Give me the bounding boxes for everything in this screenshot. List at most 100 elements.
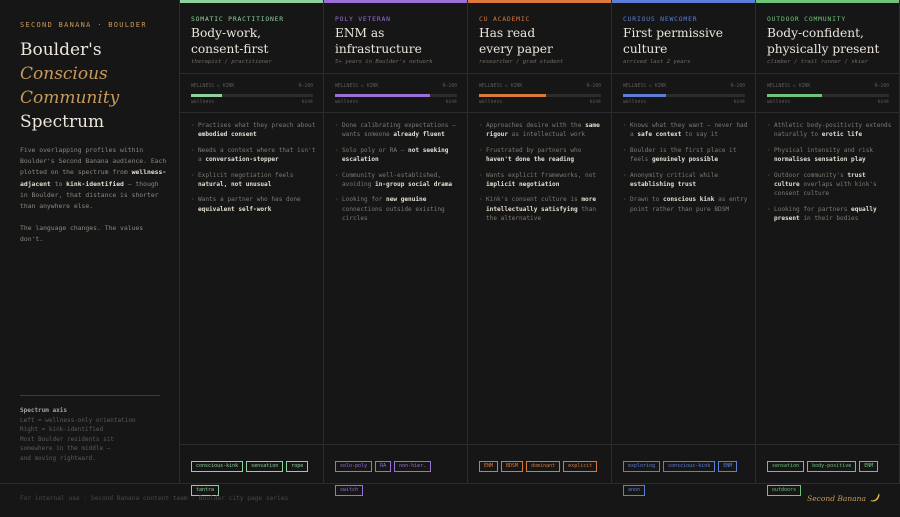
divider: [324, 73, 467, 74]
persona-title: Has read every paper: [479, 26, 609, 57]
persona-title: Body-work, consent-first: [191, 26, 321, 57]
body-text: in their bodies: [799, 215, 859, 223]
persona-category: CURIOUS NEWCOMER: [623, 15, 698, 23]
accent-bar: [180, 0, 323, 3]
persona-tags: ENM BDSM dominant explicit: [479, 452, 605, 476]
persona-title-line: First permissive: [623, 26, 724, 40]
persona-title-line: culture: [623, 41, 668, 56]
intro-panel: SECOND BANANA · BOULDER Boulder's Consci…: [0, 0, 180, 483]
trait-item: Frustrated by partners who haven't done …: [479, 146, 605, 165]
persona-column: CURIOUS NEWCOMER First permissive culture…: [612, 0, 756, 496]
trait-item: Anonymity critical while establishing tr…: [623, 171, 749, 190]
title-line-italic: Community: [20, 88, 120, 108]
emphasis-text: embodied consent: [198, 131, 257, 139]
persona-tag: sensation: [767, 461, 805, 472]
persona-tag: explicit: [563, 461, 598, 472]
trait-item: Needs a context where that isn't a conve…: [191, 146, 317, 165]
divider: [612, 444, 755, 445]
emphasis-text: kink-identified: [66, 179, 124, 188]
footer-brand: Second Banana: [807, 494, 866, 503]
emphasis-text: establishing trust: [630, 181, 697, 189]
body-text: Kink's consent culture is: [486, 196, 582, 204]
emphasis-text: safe context: [637, 131, 682, 139]
meter-ends: wellness kink: [191, 100, 313, 105]
page-title: Boulder's Conscious Community Spectrum: [20, 38, 170, 134]
title-line: Spectrum: [20, 112, 105, 132]
divider: [180, 73, 323, 74]
meter-label: WELLNESS ↔ KINK 0–100: [191, 84, 313, 89]
trait-item: Drawn to conscious kink as entry point r…: [623, 195, 749, 214]
spectrum-meter: [767, 94, 889, 97]
persona-tag: ENM: [479, 461, 499, 472]
body-text: Looking for: [342, 196, 387, 204]
persona-subtitle: climber / trail runner / skier: [767, 59, 869, 65]
accent-bar: [612, 0, 755, 3]
trait-item: Looking for partners equally present in …: [767, 205, 893, 224]
persona-traits: Practises what they preach about embodie…: [191, 121, 317, 220]
persona-column: CU ACADEMIC Has read every paper research…: [468, 0, 612, 483]
emphasis-text: genuinely possible: [652, 156, 719, 164]
accent-bar: [756, 0, 899, 3]
divider: [756, 444, 899, 445]
persona-tag: body-positive: [807, 461, 857, 472]
meter-ends: wellness kink: [767, 100, 889, 105]
meter-ends: wellness kink: [335, 100, 457, 105]
divider: [180, 444, 323, 445]
meter-label: WELLNESS ↔ KINK 0–100: [767, 84, 889, 89]
persona-subtitle: arrived last 2 years: [623, 59, 691, 65]
spectrum-meter: [191, 94, 313, 97]
persona-category: OUTDOOR COMMUNITY: [767, 15, 847, 23]
body-text: Solo poly or RA —: [342, 146, 409, 154]
emphasis-text: conscious kink: [663, 196, 715, 204]
meter-fill: [479, 94, 547, 97]
divider: [324, 444, 467, 445]
spectrum-meter: [623, 94, 745, 97]
divider: [756, 73, 899, 74]
persona-tag: RA: [375, 461, 392, 472]
title-line-italic: Conscious: [20, 64, 108, 84]
trait-item: Approaches desire with the same rigour a…: [479, 121, 605, 140]
persona-title-line: ENM as: [335, 26, 385, 40]
persona-tag: conscious-kink: [191, 461, 244, 472]
meter-label: WELLNESS ↔ KINK 0–100: [479, 84, 601, 89]
intro-paragraph: The language changes. The values don't.: [20, 223, 168, 245]
axis-line: Most Boulder residents sit: [20, 435, 114, 443]
persona-title: First permissive culture: [623, 26, 753, 57]
emphasis-text: in-group social drama: [375, 181, 453, 189]
body-text: as intellectual work: [508, 131, 586, 139]
meter-ends: wellness kink: [623, 100, 745, 105]
axis-line: and moving rightward.: [20, 454, 96, 462]
trait-item: Wants a partner who has done equivalent …: [191, 195, 317, 214]
meter-fill: [767, 94, 822, 97]
page-footer: For internal use · Second Banana content…: [0, 483, 900, 517]
persona-tag: conscious-kink: [663, 461, 716, 472]
divider: [468, 112, 611, 113]
spectrum-meter: [335, 94, 457, 97]
divider: [324, 112, 467, 113]
trait-item: Done calibrating expectations — wants so…: [335, 121, 461, 140]
title-line: Boulder's: [20, 40, 102, 60]
accent-bar: [324, 0, 467, 3]
body-text: Anonymity critical while: [630, 171, 719, 179]
body-text: Outdoor community's: [774, 171, 848, 179]
divider: [612, 73, 755, 74]
body-text: Physical intensity and risk: [774, 146, 874, 154]
persona-title-line: physically present: [767, 41, 880, 56]
axis-line: Right = kink-identified: [20, 426, 104, 433]
body-text: Wants a partner who has done: [198, 196, 301, 204]
trait-item: Community well-established, avoiding in-…: [335, 171, 461, 190]
persona-tag: ENM: [859, 461, 879, 472]
body-text: connections outside existing circles: [342, 205, 445, 223]
trait-item: Solo poly or RA — not seeking escalation: [335, 146, 461, 165]
divider: [180, 112, 323, 113]
body-text: Wants explicit frameworks, not: [486, 171, 597, 179]
meter-fill: [191, 94, 222, 97]
persona-tag: BDSM: [501, 461, 524, 472]
persona-category: POLY VETERAN: [335, 15, 391, 23]
persona-title: ENM as infrastructure: [335, 26, 465, 57]
persona-traits: Approaches desire with the same rigour a…: [479, 121, 605, 230]
body-text: to: [50, 179, 67, 188]
persona-traits: Done calibrating expectations — wants so…: [335, 121, 461, 230]
trait-item: Wants explicit frameworks, not implicit …: [479, 171, 605, 190]
body-text: Drawn to: [630, 196, 664, 204]
